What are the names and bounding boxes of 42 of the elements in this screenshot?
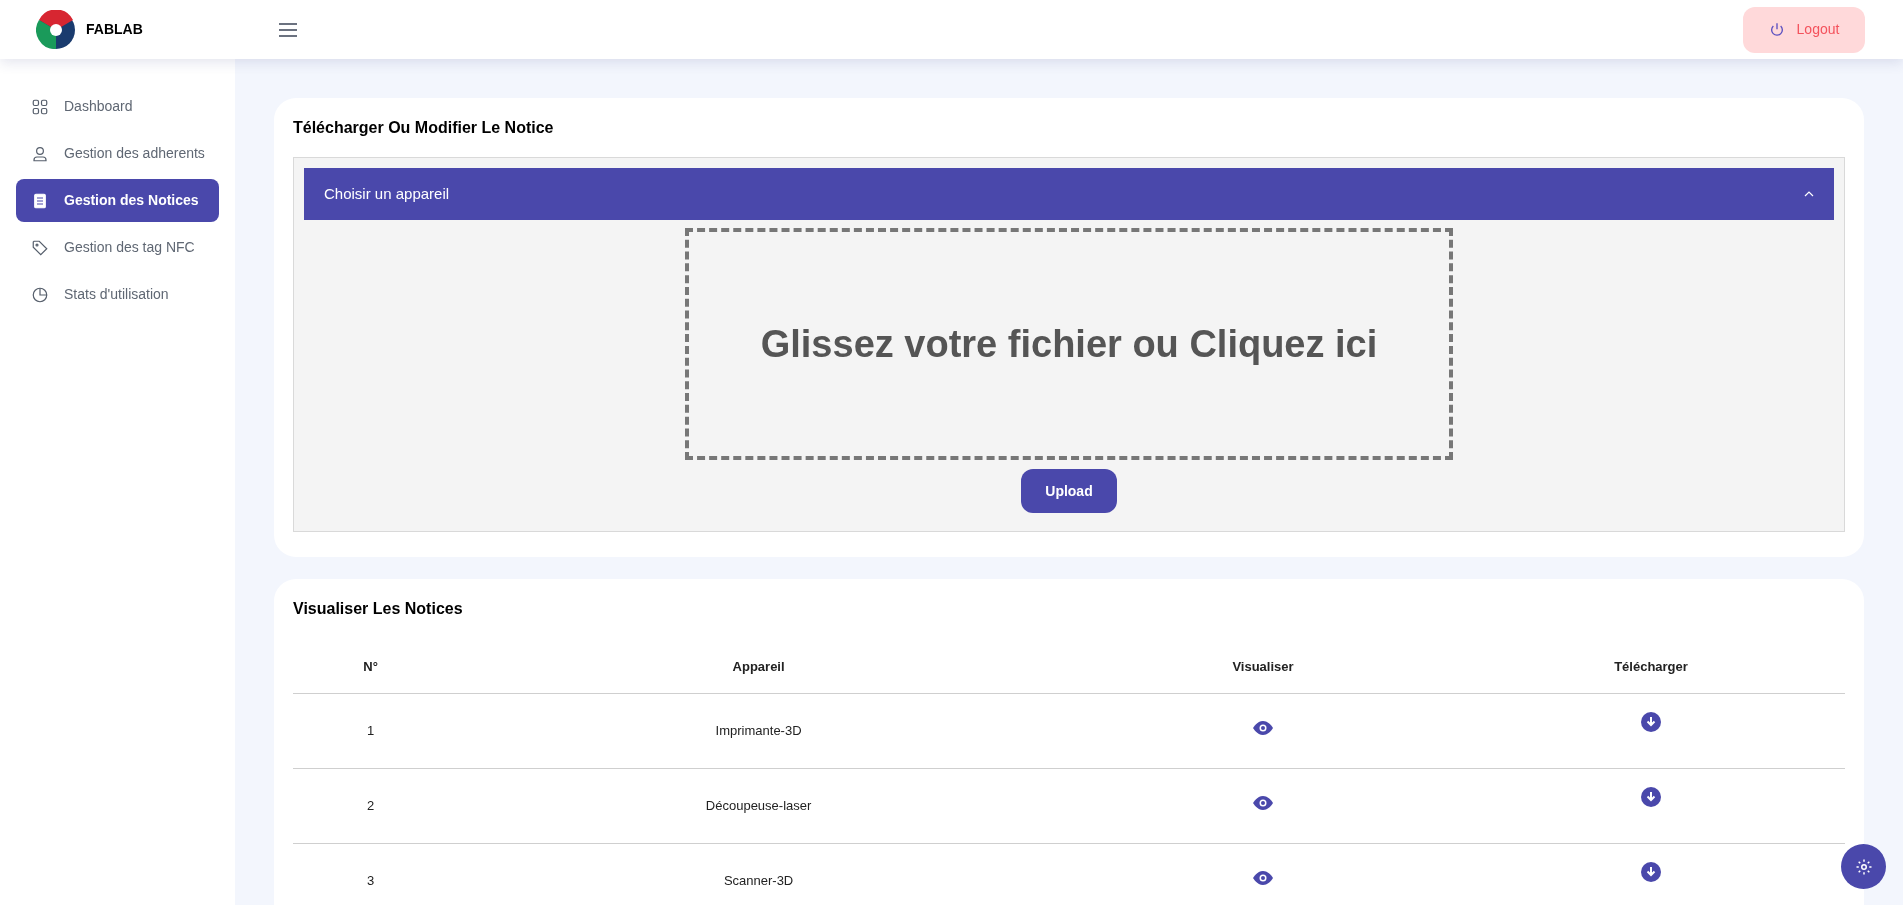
chevron-icon: [1804, 191, 1814, 197]
table-cell: Découpeuse-laser: [448, 768, 1069, 843]
view-button[interactable]: [1252, 870, 1274, 885]
download-button[interactable]: [1641, 786, 1661, 807]
grid-icon: [31, 97, 49, 116]
device-accordion[interactable]: Choisir un appareil: [304, 168, 1834, 220]
column-header: Télécharger: [1457, 641, 1845, 693]
user-icon: [31, 144, 49, 163]
sidebar-item[interactable]: Gestion des tag NFC: [16, 226, 219, 269]
download-button[interactable]: [1641, 711, 1661, 732]
download-icon: [1641, 711, 1661, 732]
table-cell: Scanner-3D: [448, 843, 1069, 905]
table-cell: 2: [293, 768, 449, 843]
table-cell: 3: [293, 843, 449, 905]
card-title: Visualiser Les Notices: [293, 599, 464, 619]
tag-icon: [31, 238, 49, 257]
table-cell: Imprimante-3D: [448, 693, 1069, 768]
settings-icon: [1854, 857, 1873, 876]
power-icon: [1768, 21, 1785, 38]
table-cell: 1: [293, 693, 449, 768]
upload-button[interactable]: Upload: [1021, 469, 1117, 513]
pie-chart-icon: [31, 285, 49, 304]
brand-name: FABLAB: [86, 20, 143, 39]
file-dropzone[interactable]: Glissez votre fichier ou Cliquez ici: [685, 228, 1453, 460]
view-button[interactable]: [1252, 720, 1274, 735]
download-button[interactable]: [1641, 861, 1661, 882]
sidebar-item[interactable]: Gestion des adherents: [16, 132, 219, 175]
sidebar-item[interactable]: Stats d'utilisation: [16, 273, 219, 316]
column-header: Appareil: [448, 641, 1069, 693]
column-header: N°: [293, 641, 449, 693]
view-button[interactable]: [1252, 795, 1274, 810]
sidebar-item[interactable]: Dashboard: [16, 85, 219, 128]
document-icon: [31, 191, 49, 210]
download-icon: [1641, 786, 1661, 807]
download-icon: [1641, 861, 1661, 882]
column-header: Visualiser: [1069, 641, 1457, 693]
card-title: Télécharger Ou Modifier Le Notice: [293, 118, 555, 138]
logo-icon: [36, 9, 76, 50]
eye-icon: [1252, 795, 1274, 810]
eye-icon: [1252, 720, 1274, 735]
sidebar-item[interactable]: Gestion des Notices: [16, 179, 219, 222]
eye-icon: [1252, 870, 1274, 885]
